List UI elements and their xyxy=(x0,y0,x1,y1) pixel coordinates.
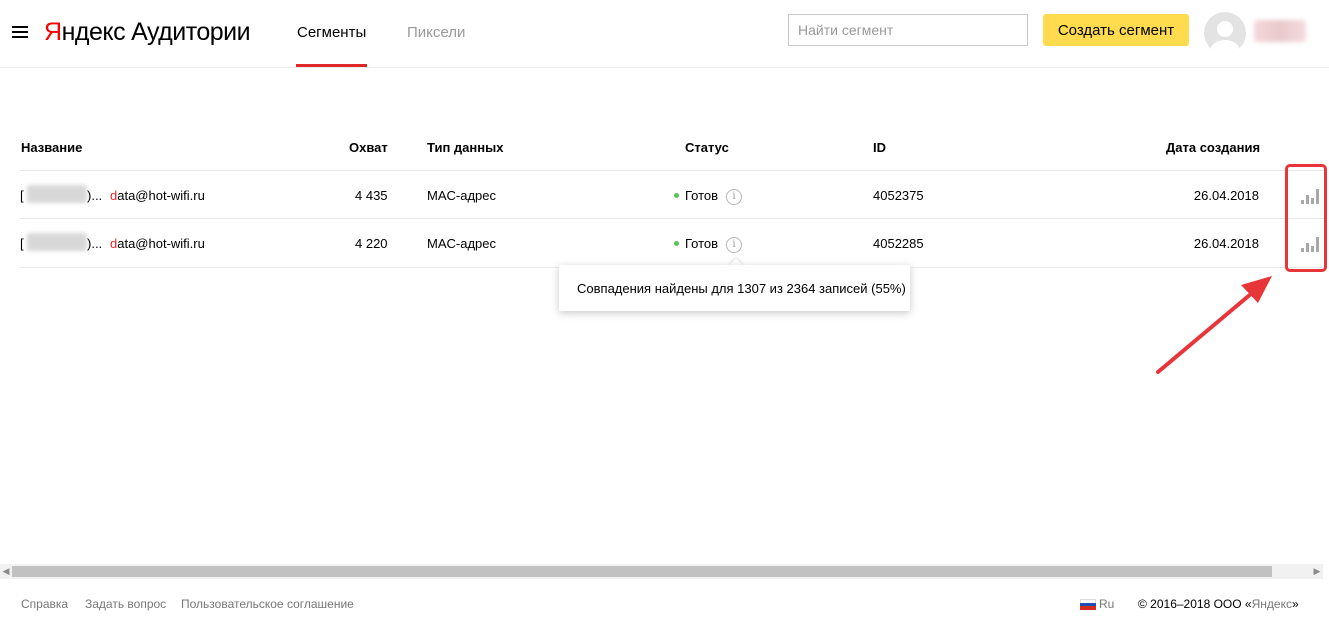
column-header-reach[interactable]: Охват xyxy=(349,140,388,155)
creation-date: 26.04.2018 xyxy=(1193,236,1259,251)
annotation-highlight-box xyxy=(1285,164,1327,272)
footer-link-ask-question[interactable]: Задать вопрос xyxy=(85,597,166,611)
active-tab-indicator xyxy=(296,64,367,67)
footer-link-help[interactable]: Справка xyxy=(21,597,68,611)
status-badge: Готов xyxy=(674,236,718,251)
language-switch[interactable]: Ru xyxy=(1099,597,1114,611)
footer-link-user-agreement[interactable]: Пользовательское соглашение xyxy=(181,597,354,611)
column-header-data-type[interactable]: Тип данных xyxy=(427,140,503,155)
scrollbar-thumb[interactable] xyxy=(12,566,1272,577)
create-segment-button[interactable]: Создать сегмент xyxy=(1043,14,1189,46)
segment-email[interactable]: data@hot-wifi.ru xyxy=(110,236,205,251)
data-type-value: MAC-адрес xyxy=(427,236,496,251)
search-input[interactable] xyxy=(788,14,1028,46)
username-redacted[interactable] xyxy=(1254,20,1306,42)
tab-pixels[interactable]: Пиксели xyxy=(407,24,465,41)
column-header-status[interactable]: Статус xyxy=(685,140,729,155)
creation-date: 26.04.2018 xyxy=(1193,188,1259,203)
name-suffix: )... xyxy=(87,188,103,203)
logo-rest: ндекс xyxy=(61,18,126,46)
copyright: © 2016–2018 ООО «Яндекс» xyxy=(1138,597,1299,611)
logo-first-letter: Я xyxy=(44,18,62,46)
avatar[interactable] xyxy=(1204,12,1246,54)
table-row[interactable]: [ )... data@hot-wifi.ru 4 220 MAC-адрес … xyxy=(20,219,1326,268)
russian-flag-icon[interactable] xyxy=(1080,599,1096,610)
column-header-name[interactable]: Название xyxy=(21,140,82,155)
reach-value: 4 220 xyxy=(355,236,388,251)
segment-id: 4052285 xyxy=(873,236,924,251)
segment-id: 4052375 xyxy=(873,188,924,203)
info-icon[interactable]: i xyxy=(726,237,742,253)
data-type-value: MAC-адрес xyxy=(427,188,496,203)
column-header-id[interactable]: ID xyxy=(873,140,886,155)
logo-product: Аудитории xyxy=(131,18,251,46)
segment-email[interactable]: data@hot-wifi.ru xyxy=(110,188,205,203)
status-badge: Готов xyxy=(674,188,718,203)
copyright-brand-link[interactable]: Яндекс xyxy=(1252,597,1292,611)
menu-icon[interactable] xyxy=(12,26,30,40)
horizontal-scrollbar[interactable]: ◀ ▶ xyxy=(0,564,1323,579)
annotation-arrow-icon xyxy=(1156,276,1272,374)
name-suffix: )... xyxy=(87,236,103,251)
status-dot-icon xyxy=(674,241,679,247)
scroll-right-icon[interactable]: ▶ xyxy=(1311,564,1323,579)
match-tooltip: Совпадения найдены для 1307 из 2364 запи… xyxy=(559,265,910,311)
tab-segments[interactable]: Сегменты xyxy=(297,24,366,41)
reach-value: 4 435 xyxy=(355,188,388,203)
table-row[interactable]: [ )... data@hot-wifi.ru 4 435 MAC-адрес … xyxy=(20,170,1326,219)
scroll-left-icon[interactable]: ◀ xyxy=(0,564,12,579)
name-prefix: [ xyxy=(20,236,24,251)
name-prefix: [ xyxy=(20,188,24,203)
logo[interactable]: Яндекс Аудитории xyxy=(44,18,251,47)
info-icon[interactable]: i xyxy=(726,189,742,205)
column-header-date[interactable]: Дата создания xyxy=(1166,140,1260,155)
name-redacted xyxy=(27,185,87,203)
status-dot-icon xyxy=(674,193,679,199)
header: ЯндексАудитории Сегменты Пиксели Создать… xyxy=(0,0,1329,68)
name-redacted xyxy=(27,233,87,251)
